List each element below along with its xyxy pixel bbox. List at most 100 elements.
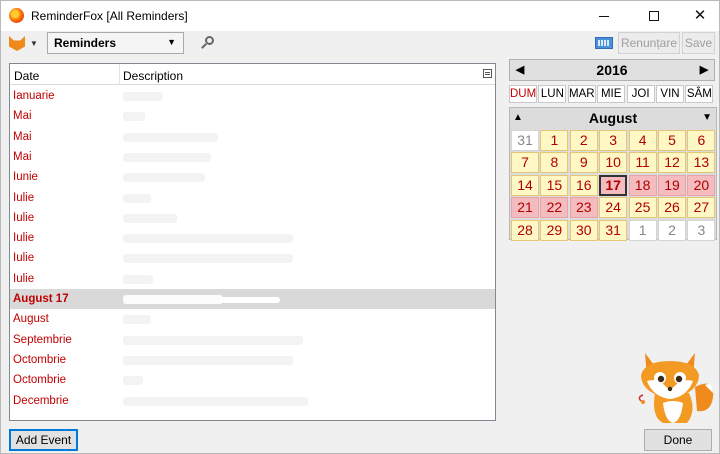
calendar-day[interactable]: 15: [540, 174, 569, 196]
list-row[interactable]: August 17: [10, 289, 495, 309]
chevron-down-icon: ▼: [167, 37, 176, 47]
row-date: August 17: [13, 293, 69, 305]
column-header-date[interactable]: Date: [14, 69, 39, 83]
calendar-day-other-month[interactable]: 1: [628, 219, 657, 241]
column-header-description[interactable]: Description: [123, 69, 183, 83]
calendar-day[interactable]: 10: [599, 152, 628, 174]
done-button[interactable]: Done: [644, 429, 712, 451]
calendar-day[interactable]: 30: [569, 219, 598, 241]
row-description-redacted: [123, 152, 211, 162]
calendar-day[interactable]: 29: [540, 219, 569, 241]
fox-menu-icon: [9, 36, 25, 51]
list-row[interactable]: Iulie: [10, 208, 495, 228]
calendar-day[interactable]: 19: [658, 174, 686, 196]
row-description-redacted: [123, 112, 145, 122]
year-label: 2016: [596, 62, 628, 78]
list-row[interactable]: August: [10, 309, 495, 329]
calendar-day[interactable]: 8: [540, 152, 569, 174]
list-header: Date Description: [10, 64, 495, 85]
keyboard-icon[interactable]: [595, 37, 613, 49]
column-picker-icon[interactable]: [483, 69, 492, 78]
minimize-button[interactable]: [581, 1, 627, 31]
prev-month-icon[interactable]: ▲: [513, 108, 523, 128]
list-row[interactable]: Mai: [10, 147, 495, 167]
next-month-icon[interactable]: ▼: [702, 108, 712, 128]
list-row[interactable]: Ianuarie: [10, 86, 495, 106]
fox-menu-button[interactable]: ▼: [9, 36, 39, 52]
weekday-label: LUN: [538, 85, 567, 103]
year-navigator: ◀ 2016 ▶: [509, 59, 715, 81]
calendar-day[interactable]: 4: [628, 130, 657, 151]
calendar-day[interactable]: 24: [599, 197, 628, 219]
calendar-day[interactable]: 18: [628, 174, 657, 196]
calendar-day[interactable]: 22: [540, 197, 569, 219]
list-row[interactable]: Iulie: [10, 228, 495, 248]
fox-mascot-icon: [638, 353, 714, 423]
row-date: Mai: [13, 150, 32, 163]
calendar-day-other-month[interactable]: 3: [687, 219, 716, 241]
search-icon[interactable]: [200, 36, 215, 51]
prev-year-icon[interactable]: ◀: [512, 60, 528, 80]
row-date: Iulie: [13, 211, 35, 224]
title-bar: ReminderFox [All Reminders] ✕: [1, 1, 719, 31]
calendar-day[interactable]: 23: [569, 197, 598, 219]
row-description-redacted: [123, 173, 205, 183]
calendar-day[interactable]: 12: [658, 152, 686, 174]
calendar-day[interactable]: 20: [687, 174, 716, 196]
calendar-day[interactable]: 2: [569, 130, 598, 151]
next-year-icon[interactable]: ▶: [696, 60, 712, 80]
calendar-day[interactable]: 13: [687, 152, 716, 174]
calendar-day[interactable]: 14: [511, 174, 539, 196]
calendar-day-other-month[interactable]: 31: [511, 130, 539, 151]
reminderfox-window: ReminderFox [All Reminders] ✕ ▼ Reminder…: [0, 0, 720, 454]
calendar-day[interactable]: 16: [569, 174, 598, 196]
reminder-list-select[interactable]: Reminders ▼: [47, 32, 184, 54]
list-row[interactable]: Mai: [10, 127, 495, 147]
list-row[interactable]: Decembrie: [10, 391, 495, 411]
list-row[interactable]: Septembrie: [10, 330, 495, 350]
calendar-day[interactable]: 27: [687, 197, 716, 219]
column-divider[interactable]: [119, 64, 120, 85]
weekday-label: MAR: [567, 85, 596, 103]
month-calendar: ▲ August ▼ 31 1 2 3 4 5 6 7 8 9 10 11 12 13 14 15 16 17 18…: [509, 107, 717, 241]
list-row[interactable]: Octombrie: [10, 370, 495, 390]
list-row[interactable]: Iulie: [10, 188, 495, 208]
list-row[interactable]: Mai: [10, 106, 495, 126]
close-button[interactable]: ✕: [677, 1, 720, 31]
weekday-label: SÂM: [685, 85, 714, 103]
list-row[interactable]: Iulie: [10, 269, 495, 289]
save-button[interactable]: Save: [682, 32, 715, 54]
calendar-day[interactable]: 28: [511, 219, 539, 241]
row-date: Iulie: [13, 232, 35, 245]
calendar-day[interactable]: 7: [511, 152, 539, 174]
row-date: Iulie: [13, 191, 35, 204]
calendar-day[interactable]: 9: [569, 152, 598, 174]
weekday-label: VIN: [656, 85, 684, 103]
calendar-day-today[interactable]: 17: [599, 174, 628, 196]
calendar-day[interactable]: 5: [658, 130, 686, 151]
list-row[interactable]: Iunie: [10, 167, 495, 187]
calendar-day[interactable]: 26: [658, 197, 686, 219]
calendar-day[interactable]: 6: [687, 130, 716, 151]
calendar-day[interactable]: 1: [540, 130, 569, 151]
calendar-day-other-month[interactable]: 2: [658, 219, 686, 241]
row-date: Mai: [13, 110, 32, 123]
calendar-day[interactable]: 31: [599, 219, 628, 241]
row-description-redacted: [123, 335, 303, 345]
calendar-day[interactable]: 21: [511, 197, 539, 219]
maximize-icon: [649, 11, 659, 22]
caret-down-icon: ▼: [30, 39, 38, 48]
list-row[interactable]: Octombrie: [10, 350, 495, 370]
cancel-button[interactable]: Renunțare: [618, 32, 680, 54]
calendar-day[interactable]: 11: [628, 152, 657, 174]
row-date: Iulie: [13, 272, 35, 285]
row-date: Ianuarie: [13, 90, 55, 102]
calendar-day[interactable]: 25: [628, 197, 657, 219]
add-event-button[interactable]: Add Event: [9, 429, 78, 451]
maximize-button[interactable]: [631, 1, 677, 31]
row-description-redacted: [123, 234, 293, 244]
month-navigator: ▲ August ▼: [510, 108, 716, 128]
reminders-list[interactable]: Date Description Ianuarie Mai Mai Mai Iunie I…: [9, 63, 496, 421]
list-row[interactable]: Iulie: [10, 248, 495, 268]
calendar-day[interactable]: 3: [599, 130, 628, 151]
